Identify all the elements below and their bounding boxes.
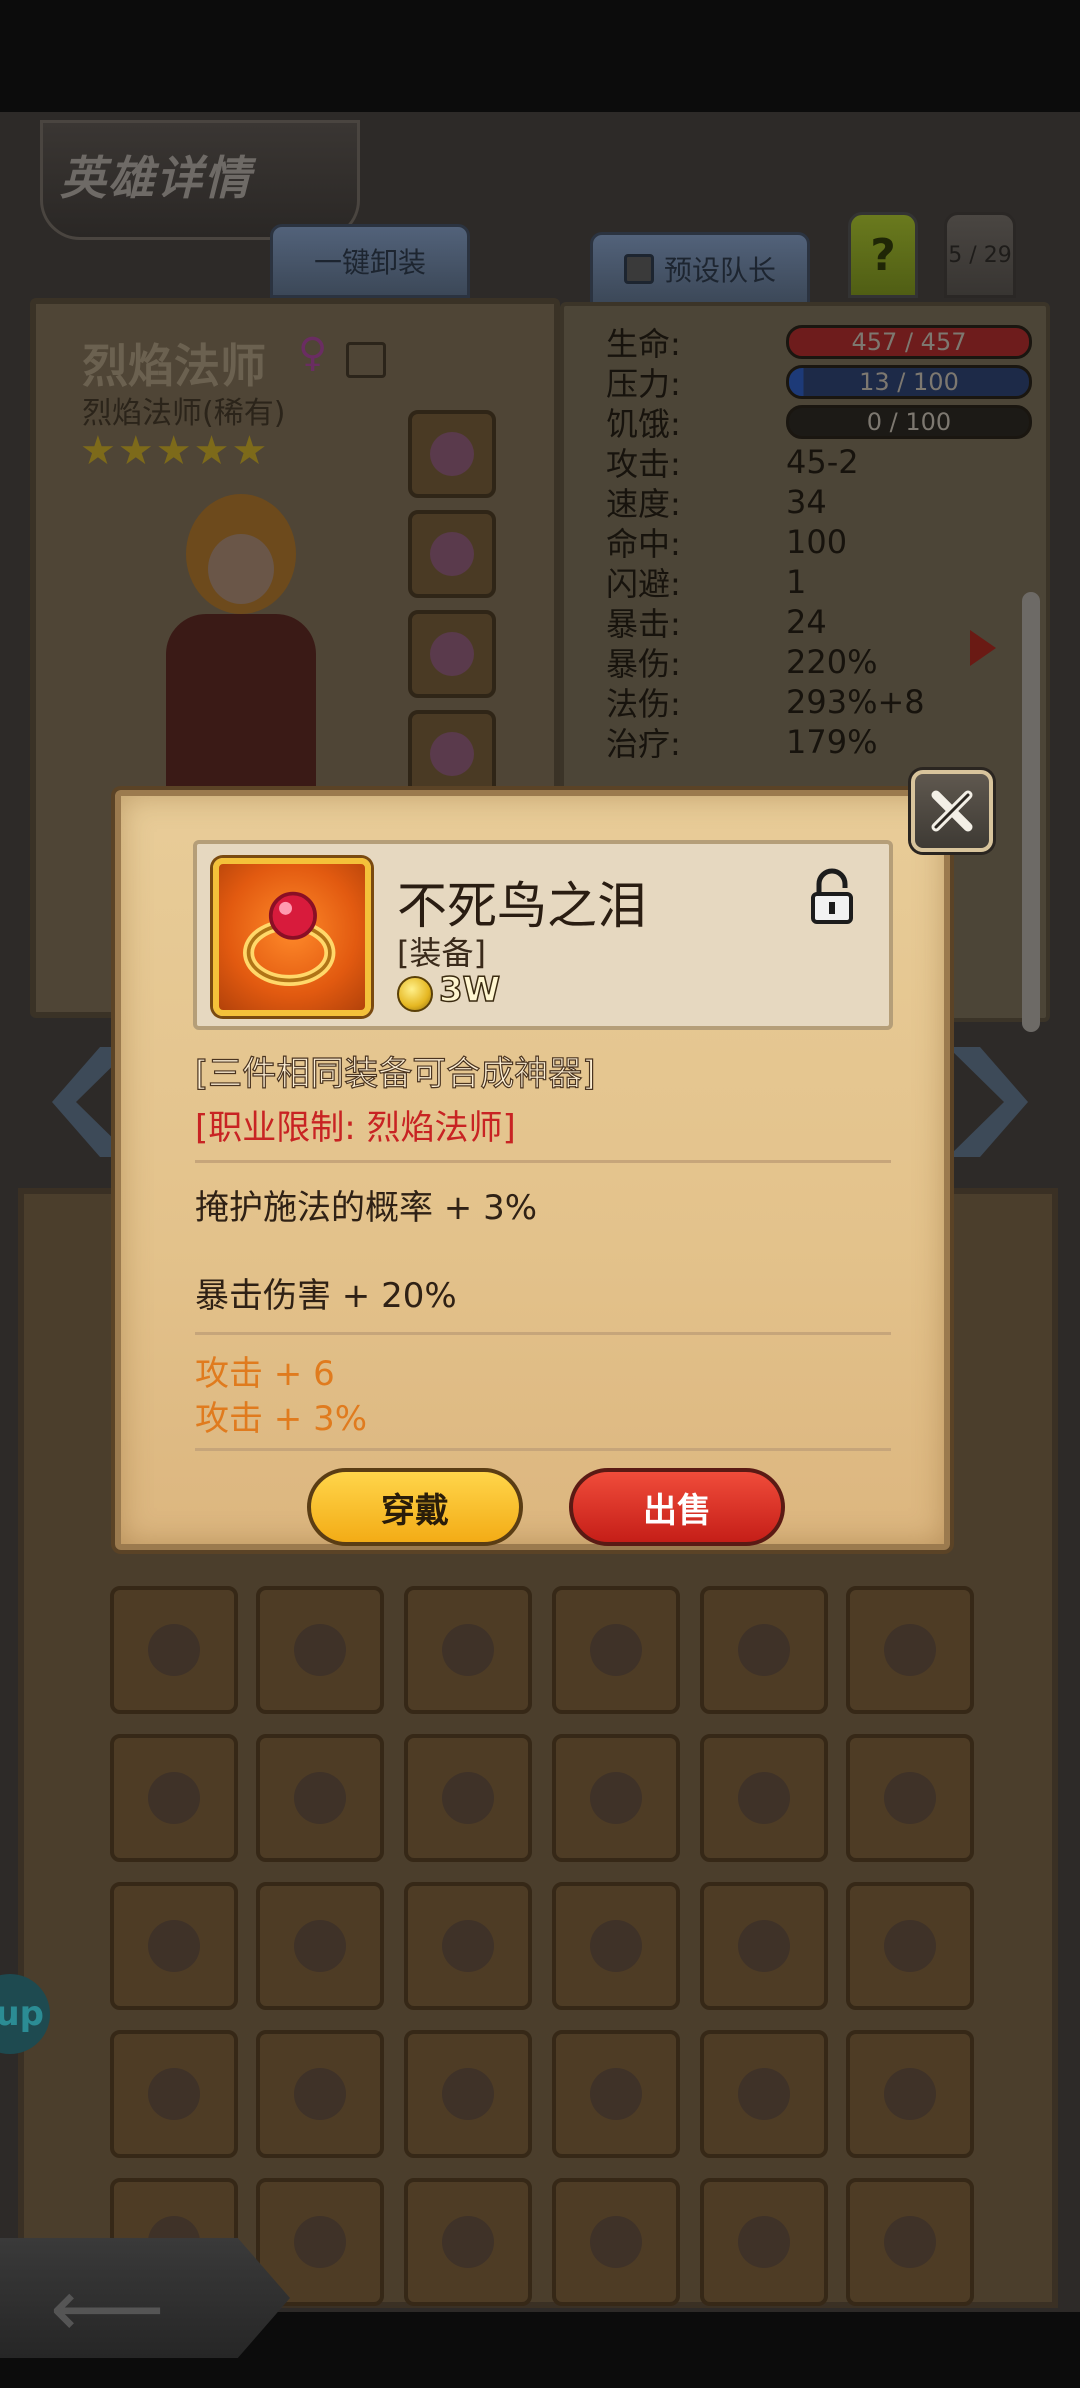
inventory-slot-chest[interactable] [846, 1882, 974, 2010]
hp-bar: 457 / 457 [786, 325, 1032, 359]
stats-expand-arrow-icon[interactable] [970, 630, 996, 666]
item-price: 3W [438, 969, 501, 1011]
inventory-slot-ring[interactable] [110, 1586, 238, 1714]
help-button[interactable]: ? [848, 212, 918, 298]
inventory-slot-amulet[interactable] [700, 1882, 828, 2010]
inventory-slot-sword[interactable] [846, 1586, 974, 1714]
unequip-all-label: 一键卸装 [313, 246, 426, 279]
bonus-line: 攻击 + 6 [195, 1354, 335, 1394]
coin-icon [397, 976, 433, 1012]
attribute-line: 掩护施法的概率 + 3% [195, 1188, 538, 1228]
hero-stars: ★★★★★ [80, 428, 270, 474]
edit-name-icon[interactable] [346, 342, 386, 378]
wear-label: 穿戴 [381, 1490, 449, 1531]
stat-row: 闪避: 1 [606, 563, 807, 603]
gender-female-icon: ♀ [298, 330, 328, 376]
inventory-slot-pouch[interactable] [552, 1882, 680, 2010]
wear-button[interactable]: 穿戴 [307, 1468, 523, 1546]
preset-leader-button[interactable]: 预设队长 [590, 232, 810, 306]
stat-row: 攻击: 45-2 [606, 443, 859, 483]
inventory-slot-dark-blade[interactable] [110, 1882, 238, 2010]
stat-row: 暴伤: 220% [606, 643, 878, 683]
item-card: 不死鸟之泪 [装备] 3W [193, 840, 893, 1030]
stat-row: 命中: 100 [606, 523, 848, 563]
inventory-slot-heart-charm[interactable] [846, 2178, 974, 2306]
stat-row: 治疗: 179% [606, 723, 878, 763]
divider [195, 1332, 891, 1335]
equip-slot-hat[interactable] [408, 610, 496, 698]
inventory-slot-helmet[interactable] [404, 2030, 532, 2158]
preset-leader-checkbox[interactable] [623, 254, 654, 284]
help-label: ? [870, 229, 896, 281]
item-type: [装备] [397, 934, 486, 972]
inventory-slot-shield[interactable] [110, 2030, 238, 2158]
hero-count-badge[interactable]: 5 / 29 [944, 212, 1016, 298]
hero-name: 烈焰法师 [82, 339, 266, 393]
close-button[interactable] [911, 770, 993, 852]
inventory-slot-shield[interactable] [256, 2030, 384, 2158]
stat-row: 生命: 457 / 457 [606, 322, 1032, 363]
unequip-all-button[interactable]: 一键卸装 [270, 224, 470, 298]
stat-row: 暴击: 24 [606, 603, 827, 643]
hero-portrait [116, 494, 356, 814]
divider [195, 1448, 891, 1451]
attribute-line: 暴击伤害 + 20% [195, 1276, 457, 1316]
stat-row: 压力: 13 / 100 [606, 362, 1032, 403]
preset-leader-label: 预设队长 [663, 254, 776, 287]
stat-row: 速度: 34 [606, 483, 827, 523]
ring-icon [213, 858, 371, 1016]
lock-icon[interactable] [809, 868, 855, 924]
close-x-icon [931, 790, 973, 832]
hero-subtitle: 烈焰法师(稀有) [82, 396, 286, 431]
equip-slot-weapon[interactable] [408, 410, 496, 498]
inventory-slot-backpack[interactable] [404, 1586, 532, 1714]
inventory-slot-pistol[interactable] [256, 1734, 384, 1862]
hunger-bar: 0 / 100 [786, 405, 1032, 439]
sell-button[interactable]: 出售 [569, 1468, 785, 1546]
page-title: 英雄详情 [60, 151, 252, 205]
inventory-slot-rapier[interactable] [552, 1734, 680, 1862]
inventory-slot-rapier[interactable] [404, 1734, 532, 1862]
inventory-slot-orb-staff[interactable] [404, 1882, 532, 2010]
hero-count-label: 5 / 29 [948, 242, 1012, 268]
sell-label: 出售 [643, 1490, 711, 1531]
inventory-slot-sword[interactable] [700, 1586, 828, 1714]
inventory-slot-emerald-ring[interactable] [846, 2030, 974, 2158]
inventory-slot-staff[interactable] [700, 1734, 828, 1862]
stat-row: 饥饿: 0 / 100 [606, 402, 1032, 443]
inventory-slot-staff[interactable] [846, 1734, 974, 1862]
inventory-slot-katana[interactable] [110, 1734, 238, 1862]
stress-bar: 13 / 100 [786, 365, 1032, 399]
inventory-slot-armor[interactable] [404, 2178, 532, 2306]
inventory-slot-ring[interactable] [256, 1586, 384, 1714]
inventory-slot-armor[interactable] [552, 2178, 680, 2306]
equip-slot-offhand[interactable] [408, 510, 496, 598]
level-up-label: up [0, 1994, 44, 2034]
inventory-slot-emerald-ring[interactable] [700, 2030, 828, 2158]
inventory-slot-drill-lance[interactable] [256, 1882, 384, 2010]
inventory-slot-helmet[interactable] [552, 2030, 680, 2158]
back-arrow-icon[interactable]: ⟵ [50, 2262, 165, 2355]
class-restriction: [职业限制: 烈焰法师] [195, 1108, 516, 1148]
divider [195, 1160, 891, 1163]
item-detail-modal: 不死鸟之泪 [装备] 3W [三件相同装备可合成神器] [职业限制: 烈焰法师]… [115, 770, 993, 1550]
stat-row: 法伤: 293%+8 [606, 683, 925, 723]
inventory-slot-heart-charm[interactable] [700, 2178, 828, 2306]
equip-slot-ring[interactable] [408, 710, 496, 798]
bonus-line: 攻击 + 3% [195, 1399, 368, 1439]
inventory-slot-gauntlet[interactable] [552, 1586, 680, 1714]
stats-scrollbar[interactable] [1022, 592, 1040, 1032]
merge-hint: [三件相同装备可合成神器] [194, 1053, 596, 1094]
next-hero-arrow-icon[interactable] [948, 1047, 1028, 1157]
